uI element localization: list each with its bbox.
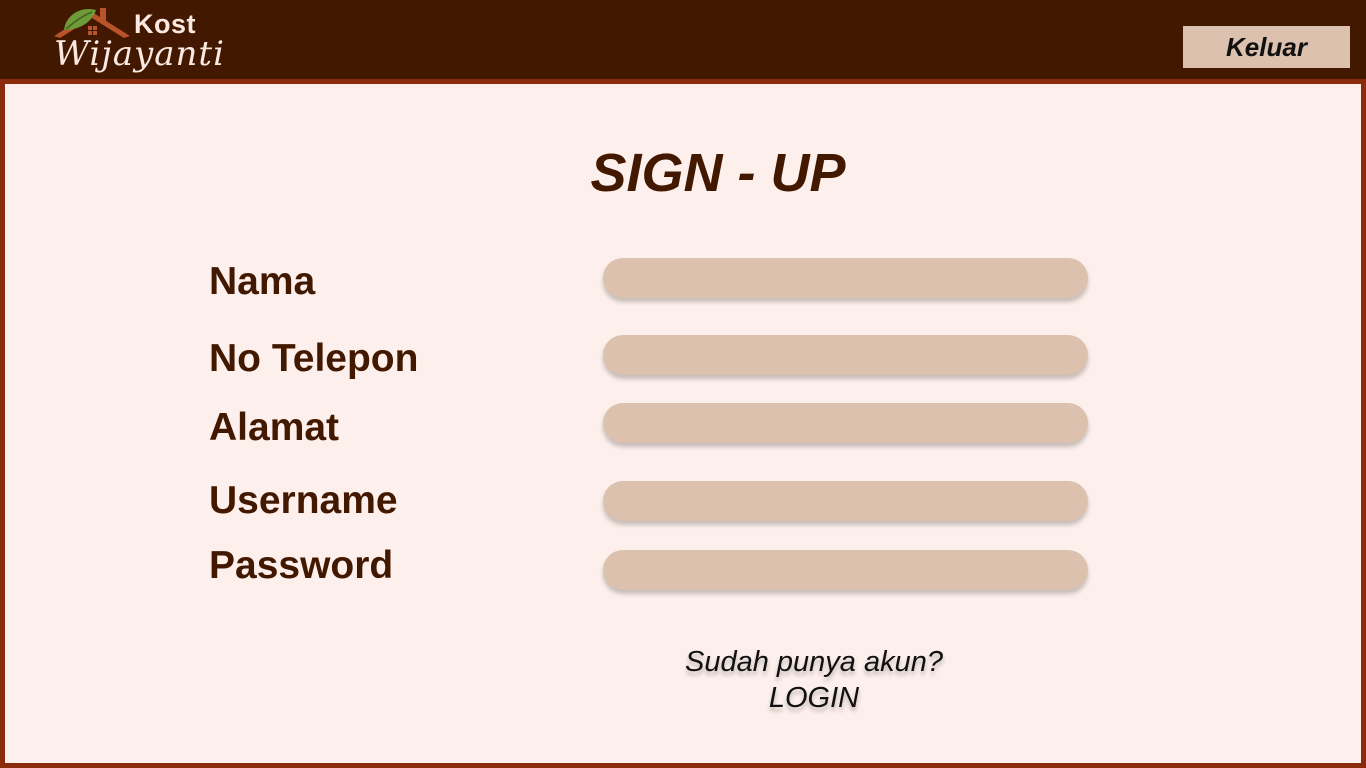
password-label: Password — [209, 544, 394, 587]
no-telepon-field[interactable] — [603, 335, 1088, 375]
no-telepon-label: No Telepon — [209, 337, 419, 380]
logout-button[interactable]: Keluar — [1183, 26, 1350, 68]
signup-panel: SIGN - UP Nama No Telepon Alamat Usernam… — [0, 79, 1366, 768]
username-field[interactable] — [603, 481, 1088, 521]
username-label: Username — [209, 479, 398, 522]
alamat-field[interactable] — [603, 403, 1088, 443]
password-field[interactable] — [603, 550, 1088, 590]
logo[interactable]: Kost Wijayanti — [52, 4, 242, 74]
logo-wijayanti-text: Wijayanti — [54, 34, 225, 74]
top-bar: Kost Wijayanti Keluar — [0, 0, 1366, 79]
nama-field[interactable] — [603, 258, 1088, 298]
login-link[interactable]: LOGIN — [609, 682, 1019, 715]
alamat-label: Alamat — [209, 406, 340, 449]
page-title: SIGN - UP — [590, 143, 846, 203]
login-question: Sudah punya akun? — [685, 646, 943, 678]
nama-label: Nama — [209, 260, 316, 303]
